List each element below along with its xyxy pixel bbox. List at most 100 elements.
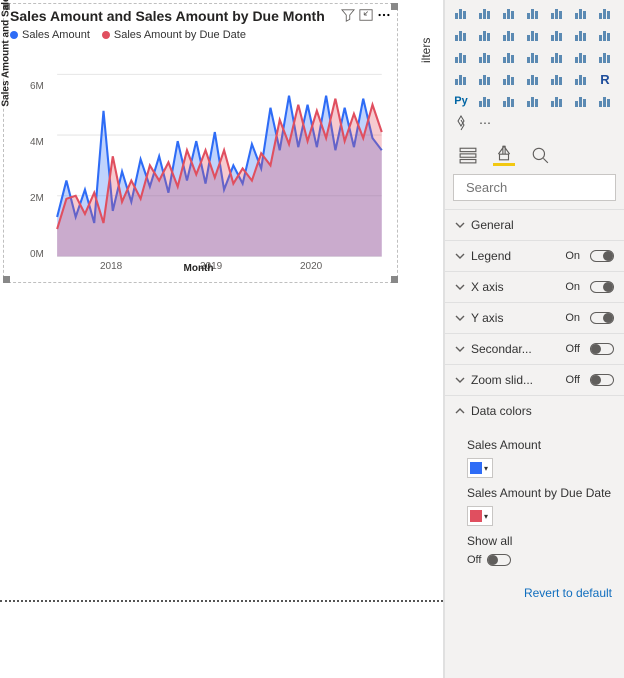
toggle-state: On	[565, 250, 580, 262]
toggle-secondary[interactable]	[590, 343, 614, 355]
more-options-icon[interactable]	[377, 8, 391, 27]
viz-type-paginated[interactable]	[547, 92, 567, 110]
viz-type-matrix[interactable]	[571, 70, 591, 88]
x-tick: 2018	[100, 261, 122, 272]
color-picker-1[interactable]: ▾	[467, 506, 493, 526]
format-group-yaxis[interactable]: Y axis On	[445, 303, 624, 333]
y-tick: 6M	[30, 81, 44, 92]
viz-type-r-visual[interactable]: R	[595, 70, 615, 88]
chart-legend: Sales Amount Sales Amount by Due Date	[4, 27, 397, 43]
viz-type-donut[interactable]	[499, 48, 519, 66]
viz-type-area[interactable]	[451, 26, 471, 44]
group-label: General	[471, 218, 614, 232]
viz-type-scatter[interactable]	[451, 48, 471, 66]
toggle-state: Off	[566, 343, 580, 355]
viz-type-funnel[interactable]	[595, 26, 615, 44]
toggle-state: On	[565, 312, 580, 324]
viz-type-stacked-column[interactable]	[475, 4, 495, 22]
viz-type-arcgis[interactable]	[571, 92, 591, 110]
y-tick: 2M	[30, 193, 44, 204]
viz-type-hundred-column[interactable]	[571, 4, 591, 22]
viz-type-line-stacked[interactable]	[499, 26, 519, 44]
viz-type-more-options[interactable]: ⋯	[475, 114, 495, 132]
series-color-label: Sales Amount	[467, 438, 612, 452]
search-input[interactable]	[466, 180, 624, 195]
toggle-zoom[interactable]	[590, 374, 614, 386]
color-picker-0[interactable]: ▾	[467, 458, 493, 478]
viz-type-table[interactable]	[547, 70, 567, 88]
group-label: Y axis	[471, 311, 559, 325]
viz-type-clustered-bar[interactable]	[499, 4, 519, 22]
viz-type-line-clustered[interactable]	[523, 26, 543, 44]
resize-handle-br[interactable]	[391, 276, 398, 283]
viz-type-get-more[interactable]	[451, 114, 471, 132]
revert-to-default-link[interactable]: Revert to default	[445, 576, 624, 600]
viz-type-multi-row-card[interactable]	[475, 70, 495, 88]
visual-title: Sales Amount and Sales Amount by Due Mon…	[10, 8, 341, 25]
toggle-state: On	[565, 281, 580, 293]
toggle-legend[interactable]	[590, 250, 614, 262]
format-group-legend[interactable]: Legend On	[445, 241, 624, 271]
app-root: ilters Sales Amount and Sales Amount by …	[0, 0, 624, 678]
toggle-yaxis[interactable]	[590, 312, 614, 324]
viz-type-card[interactable]	[451, 70, 471, 88]
viz-type-key-influencers[interactable]	[475, 92, 495, 110]
viz-type-ribbon[interactable]	[547, 26, 567, 44]
viz-type-filled-map[interactable]	[571, 48, 591, 66]
viz-type-slicer[interactable]	[523, 70, 543, 88]
viz-type-qna[interactable]	[523, 92, 543, 110]
visualization-type-picker: R Py⋯	[445, 0, 624, 136]
format-group-xaxis[interactable]: X axisOn	[445, 272, 624, 302]
viz-type-treemap[interactable]	[523, 48, 543, 66]
viz-type-pie[interactable]	[475, 48, 495, 66]
filters-pane-tab[interactable]: ilters	[419, 0, 443, 100]
group-label: Secondar...	[471, 342, 560, 356]
series-color-label: Sales Amount by Due Date	[467, 486, 612, 500]
chevron-icon	[455, 344, 465, 354]
legend-item[interactable]: Sales Amount by Due Date	[102, 29, 246, 41]
toggle-xaxis[interactable]	[590, 281, 614, 293]
chevron-icon	[455, 313, 465, 323]
viz-type-powerapps[interactable]	[595, 92, 615, 110]
legend-item[interactable]: Sales Amount	[10, 29, 90, 41]
viz-type-gauge[interactable]	[595, 48, 615, 66]
group-label: Data colors	[471, 404, 614, 418]
report-canvas[interactable]: ilters Sales Amount and Sales Amount by …	[0, 0, 444, 678]
x-tick: 2020	[300, 261, 322, 272]
visualizations-panel: RPy⋯ GeneralLegendOnX axisOnY axisOnSeco…	[444, 0, 624, 678]
y-axis-label: Sales Amount and Sales A...	[1, 0, 12, 107]
group-label: Legend	[471, 249, 559, 263]
format-tab[interactable]	[493, 144, 515, 166]
resize-handle-tr[interactable]	[391, 3, 398, 10]
y-tick: 4M	[30, 137, 44, 148]
format-group-zoom[interactable]: Zoom slid...Off	[445, 365, 624, 395]
fields-tab[interactable]	[457, 144, 479, 166]
resize-handle-bl[interactable]	[3, 276, 10, 283]
format-group-datacolors[interactable]: Data colors	[445, 396, 624, 426]
viz-type-kpi[interactable]	[499, 70, 519, 88]
viz-type-python-visual[interactable]: Py	[451, 92, 471, 110]
viz-type-stacked-area[interactable]	[475, 26, 495, 44]
format-group-secondary[interactable]: Secondar... Off	[445, 334, 624, 364]
format-search[interactable]	[453, 174, 616, 201]
chevron-icon	[455, 251, 465, 261]
viz-type-waterfall[interactable]	[571, 26, 591, 44]
focus-mode-icon[interactable]	[359, 8, 373, 27]
viz-type-line[interactable]	[595, 4, 615, 22]
format-group-general[interactable]: General	[445, 210, 624, 240]
format-tabs	[445, 136, 624, 170]
chevron-icon	[455, 220, 465, 230]
filter-icon[interactable]	[341, 8, 355, 27]
viz-type-clustered-column[interactable]	[523, 4, 543, 22]
viz-type-hundred-bar[interactable]	[547, 4, 567, 22]
legend-dot	[102, 31, 110, 39]
viz-type-stacked-bar[interactable]	[451, 4, 471, 22]
visual-header-icons	[341, 8, 391, 27]
legend-label: Sales Amount by Due Date	[114, 29, 246, 41]
viz-type-decomposition-tree[interactable]	[499, 92, 519, 110]
toggle-show-all[interactable]	[487, 554, 511, 566]
show-all-label: Show all	[467, 534, 612, 548]
analytics-tab[interactable]	[529, 144, 551, 166]
viz-type-map[interactable]	[547, 48, 567, 66]
area-chart-visual[interactable]: Sales Amount and Sales Amount by Due Mon…	[3, 3, 398, 283]
